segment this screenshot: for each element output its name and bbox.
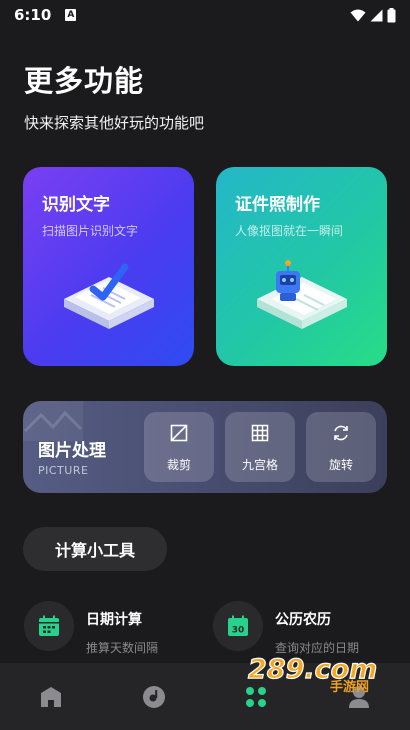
id-photo-card-title: 证件照制作: [235, 195, 320, 215]
wifi-icon: [350, 9, 366, 21]
ocr-card-subtitle: 扫描图片识别文字: [42, 224, 139, 238]
tab-discover[interactable]: [103, 663, 206, 730]
watermark-logo: 289.com 手游网: [247, 653, 378, 694]
crop-label: 裁剪: [166, 458, 191, 472]
status-indicators: [350, 7, 396, 23]
id-photo-card[interactable]: 证件照制作 人像抠图就在一瞬间: [216, 167, 387, 366]
lunar-calendar-title: 公历农历: [275, 612, 331, 628]
id-photo-card-subtitle: 人像抠图就在一瞬间: [235, 224, 344, 238]
rotate-label: 旋转: [328, 458, 353, 472]
calendar-30-icon: 30: [228, 615, 248, 636]
crop-icon: [170, 424, 188, 442]
ocr-card[interactable]: 识别文字 扫描图片识别文字: [23, 167, 194, 366]
battery-icon: [387, 7, 396, 22]
date-calc-subtitle: 推算天数间隔: [86, 641, 159, 655]
id-photo-robot-icon: [257, 260, 347, 329]
home-icon: [41, 686, 62, 707]
signal-icon: [370, 9, 383, 21]
date-calc-title: 日期计算: [86, 612, 142, 628]
page-title: 更多功能: [24, 64, 145, 98]
ocr-card-title: 识别文字: [42, 195, 110, 215]
crop-button[interactable]: 裁剪: [144, 412, 214, 482]
image-processing-panel: 图片处理 PICTURE 裁剪 九宫格 旋转: [23, 401, 387, 493]
disc-icon: [142, 685, 165, 708]
rotate-button[interactable]: 旋转: [306, 412, 376, 482]
calculator-tools-tag: 计算小工具: [23, 527, 167, 571]
nine-grid-button[interactable]: 九宫格: [225, 412, 295, 482]
image-processing-title: 图片处理: [38, 441, 106, 461]
date-calc-item[interactable]: 日期计算 推算天数间隔: [24, 601, 158, 656]
grid-icon: [251, 424, 269, 442]
calendar-grid-icon: [39, 615, 59, 636]
page-subtitle: 快来探索其他好玩的功能吧: [24, 114, 205, 132]
calendar-icon-text: 30: [232, 626, 245, 636]
notification-icon: A: [65, 9, 77, 21]
image-processing-subtitle: PICTURE: [38, 464, 89, 477]
watermark-subtext: 手游网: [330, 679, 369, 694]
status-time: 6:10: [14, 6, 52, 24]
tab-home[interactable]: [0, 663, 103, 730]
nine-grid-label: 九宫格: [241, 458, 278, 472]
lunar-calendar-item[interactable]: 30 公历农历 查询对应的日期: [213, 601, 359, 656]
rotate-icon: [334, 425, 348, 441]
status-bar: 6:10 A: [0, 0, 410, 30]
mountain-deco-icon: [23, 401, 83, 441]
document-check-icon: [64, 263, 154, 329]
